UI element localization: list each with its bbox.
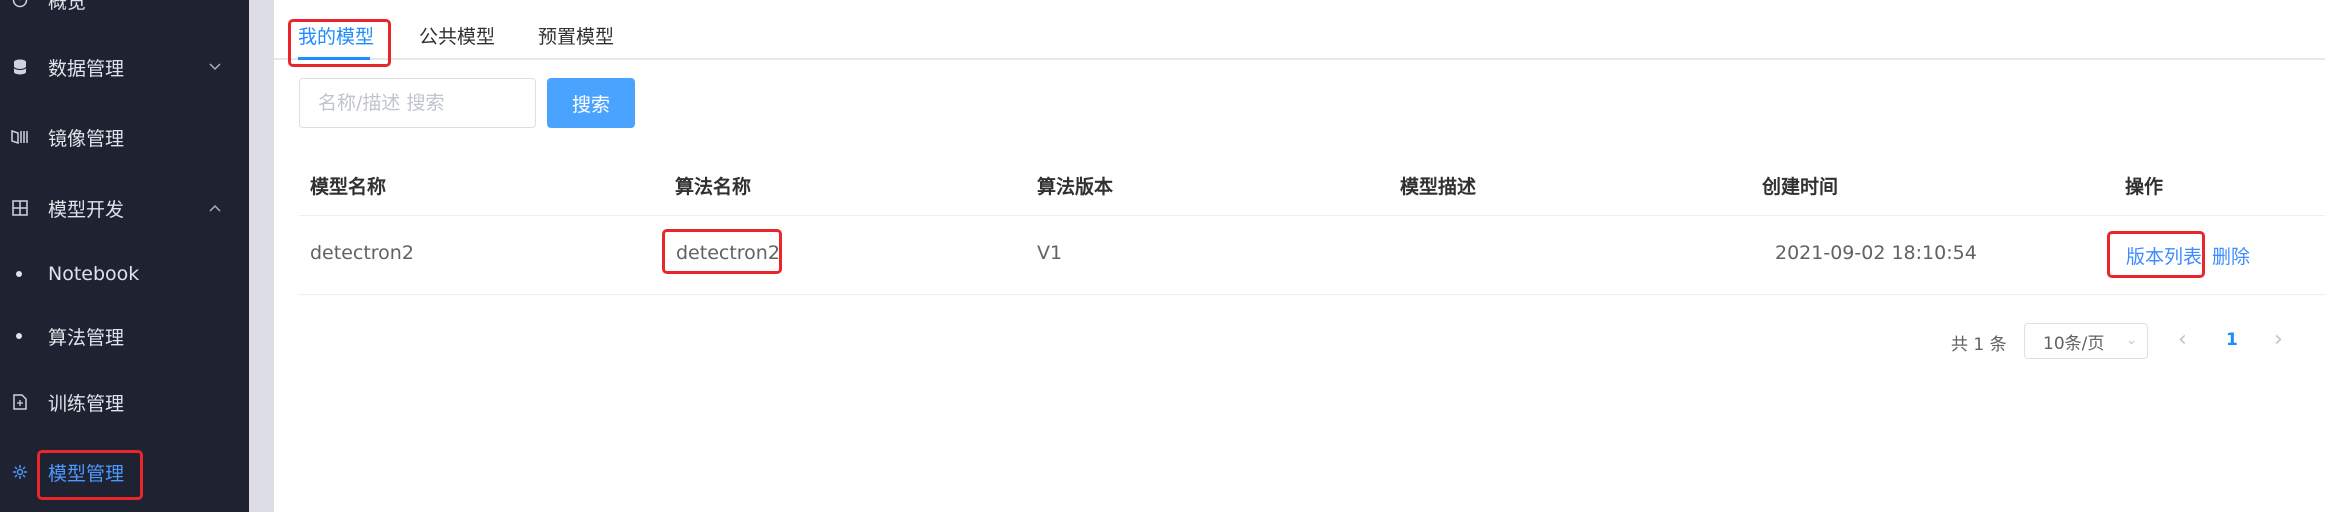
- search-input[interactable]: [299, 78, 536, 128]
- column-header-model-description: 模型描述: [1400, 176, 1477, 198]
- table-row-divider: [299, 294, 2325, 295]
- dashboard-icon: [11, 0, 29, 9]
- document-icon: [11, 393, 29, 411]
- column-header-actions: 操作: [2125, 176, 2164, 198]
- sidebar-item-label: 镜像管理: [48, 127, 125, 150]
- page-size-value: 10条/页: [2043, 333, 2105, 354]
- sidebar-item-label: 数据管理: [48, 57, 125, 80]
- bullet-icon: [16, 271, 22, 277]
- sidebar-item-model-development[interactable]: 模型开发: [0, 186, 249, 230]
- sidebar-item-notebook[interactable]: Notebook: [0, 252, 249, 296]
- page-size-select[interactable]: 10条/页 ⌄: [2024, 323, 2148, 359]
- tab-public-models[interactable]: 公共模型: [419, 22, 495, 49]
- image-icon: [11, 128, 29, 146]
- cell-algorithm-name: detectron2: [676, 242, 780, 264]
- gear-icon: [11, 463, 29, 481]
- sidebar: 概览 数据管理 镜像管理 模型开发 Notebook 算法管理 训练管理 模型管…: [0, 0, 249, 512]
- grid-icon: [11, 199, 29, 217]
- active-tab-indicator: [298, 57, 370, 60]
- chevron-down-icon[interactable]: [208, 60, 222, 74]
- tab-preset-models[interactable]: 预置模型: [538, 22, 614, 49]
- sidebar-item-label: 训练管理: [48, 392, 125, 415]
- chevron-up-icon[interactable]: [208, 201, 222, 215]
- column-header-model-name: 模型名称: [310, 176, 387, 198]
- sidebar-item-label: 模型管理: [48, 462, 125, 485]
- cell-algorithm-version: V1: [1037, 242, 1063, 264]
- layout-gutter: [249, 0, 274, 512]
- column-header-created-time: 创建时间: [1762, 176, 1839, 198]
- main-content: 我的模型 公共模型 预置模型 搜索 模型名称 算法名称 算法版本 模型描述 创建…: [274, 0, 2325, 512]
- sidebar-item-data-management[interactable]: 数据管理: [0, 45, 249, 89]
- pagination-total: 共 1 条: [1951, 335, 2007, 355]
- sidebar-item-label: 算法管理: [48, 326, 125, 349]
- sidebar-item-training-management[interactable]: 训练管理: [0, 380, 249, 424]
- table-header-divider: [299, 215, 2325, 216]
- delete-link[interactable]: 删除: [2212, 242, 2250, 269]
- sidebar-item-overview[interactable]: 概览: [0, 0, 249, 22]
- sidebar-item-label: 概览: [48, 0, 87, 13]
- next-page-icon[interactable]: ›: [2274, 327, 2283, 352]
- bullet-icon: [16, 333, 22, 339]
- sidebar-item-label: Notebook: [48, 263, 140, 285]
- tab-bar: 我的模型 公共模型 预置模型: [274, 0, 2325, 60]
- column-header-algorithm-version: 算法版本: [1037, 176, 1114, 198]
- prev-page-icon[interactable]: ‹: [2178, 327, 2187, 352]
- database-icon: [11, 58, 29, 76]
- cell-created-time: 2021-09-02 18:10:54: [1775, 242, 1977, 264]
- app-root: 概览 数据管理 镜像管理 模型开发 Notebook 算法管理 训练管理 模型管…: [0, 0, 2325, 512]
- column-header-algorithm-name: 算法名称: [675, 176, 752, 198]
- tab-my-models[interactable]: 我的模型: [298, 22, 374, 49]
- sidebar-item-label: 模型开发: [48, 198, 125, 221]
- pagination-current-page[interactable]: 1: [2226, 330, 2238, 350]
- sidebar-item-model-management[interactable]: 模型管理: [0, 450, 249, 494]
- search-button[interactable]: 搜索: [547, 78, 635, 128]
- sidebar-item-algorithm-management[interactable]: 算法管理: [0, 314, 249, 358]
- sidebar-item-image-management[interactable]: 镜像管理: [0, 115, 249, 159]
- chevron-down-icon: ⌄: [2126, 333, 2137, 348]
- version-list-link[interactable]: 版本列表: [2126, 242, 2202, 269]
- cell-model-name: detectron2: [310, 242, 414, 264]
